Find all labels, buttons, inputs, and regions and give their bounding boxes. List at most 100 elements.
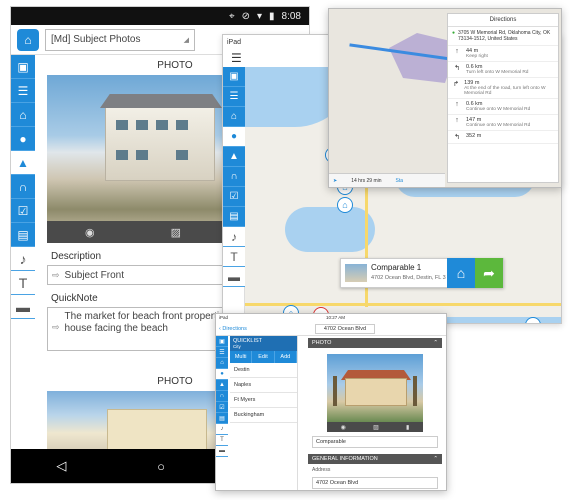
map-pin-icon[interactable]: ● (223, 127, 245, 147)
list-item[interactable]: Naples (230, 378, 297, 393)
save-icon[interactable]: ▬ (223, 267, 245, 287)
ipad-sidebar: ▣ ☰ ⌂ ● ▲ ∩ ☑ ▤ ♪ T ▬ (223, 67, 245, 323)
multi-button[interactable]: Multi (230, 351, 253, 363)
detail-main: PHOTO ⌃ ◉ ▨ ▮ Comparable GENERAL INFORMAT… (304, 336, 446, 490)
checklist-icon[interactable]: ☑ (11, 199, 35, 223)
notes-icon[interactable]: ▤ (216, 413, 228, 424)
form-icon[interactable]: ☰ (11, 79, 35, 103)
quicklist-buttons: Multi Edit Add (230, 351, 297, 363)
insert-arrow-icon[interactable]: ⇨ (52, 321, 60, 333)
map-pin-icon[interactable]: ⌂ (337, 197, 353, 213)
direction-step[interactable]: ↰ 352 m (448, 131, 558, 144)
quicklist-header: QUICKLIST City (230, 336, 297, 351)
subject-photos-select[interactable]: [Md] Subject Photos ◢ (45, 28, 195, 51)
turn-arrow-icon: ↑ (455, 117, 459, 124)
edit-button[interactable]: Edit (252, 351, 275, 363)
house (345, 378, 407, 406)
houses-icon[interactable]: ⌂ (223, 107, 245, 127)
palm-tree (413, 376, 417, 406)
delete-icon[interactable]: ▮ (406, 424, 409, 431)
destination: ● 3705 W Memorial Rd, Oklahoma City, OK … (448, 27, 558, 46)
direction-step[interactable]: ↑ 147 m Continue onto W Memorial Rd (448, 115, 558, 131)
briefcase-icon[interactable]: ▣ (223, 67, 245, 87)
comparable-callout[interactable]: Comparable 1 4702 Ocean Blvd, Destin, FL… (340, 258, 504, 288)
device-label: iPad (219, 315, 229, 320)
insert-arrow-icon[interactable]: ⇨ (52, 270, 60, 281)
microphone-icon[interactable]: ♪ (216, 424, 228, 435)
sketch-icon[interactable]: ∩ (216, 391, 228, 402)
sketch-icon[interactable]: ∩ (223, 167, 245, 187)
palm-tree (333, 376, 337, 406)
text-icon[interactable]: T (11, 271, 35, 295)
notes-icon[interactable]: ▤ (223, 207, 245, 227)
destination-pin-icon: ● (452, 30, 456, 36)
houses-icon[interactable]: ⌂ (216, 358, 228, 369)
briefcase-icon[interactable]: ▣ (216, 336, 228, 347)
direction-step[interactable]: ↱ 139 m At the end of the road, turn left … (448, 78, 558, 99)
add-button[interactable]: Add (275, 351, 297, 363)
photos-icon[interactable]: ▲ (216, 380, 228, 391)
checklist-icon[interactable]: ☑ (223, 187, 245, 207)
turn-arrow-icon: ↰ (454, 134, 460, 141)
list-item[interactable]: Destin (230, 363, 297, 378)
camera-icon[interactable]: ◉ (85, 226, 95, 239)
photo-caption-field[interactable]: Comparable (312, 436, 438, 448)
collapse-icon: ⌃ (433, 340, 438, 346)
water-area (285, 207, 375, 252)
address-field[interactable]: 4702 Ocean Blvd (312, 477, 438, 489)
locate-icon[interactable]: ➤ (333, 178, 337, 184)
houses-icon[interactable]: ⌂ (11, 103, 35, 127)
hamburger-icon[interactable]: ☰ (231, 51, 242, 65)
list-item[interactable]: Ft Myers (230, 393, 297, 408)
dropdown-corner-icon: ◢ (183, 36, 189, 44)
location-icon: ⌖ (228, 10, 235, 22)
home-button[interactable]: ⌂ (447, 258, 475, 288)
map-pin-icon[interactable]: ● (11, 127, 35, 151)
camera-icon[interactable]: ◉ (341, 424, 346, 431)
detail-sidebar: ▣ ☰ ⌂ ● ▲ ∩ ☑ ▤ ♪ T ▬ (216, 336, 228, 490)
detail-nav: ‹ Directions 4702 Ocean Blvd (216, 322, 446, 336)
comparable-photo[interactable] (327, 354, 423, 422)
status-bar: ⌖ ⊘ ▾ ▮ 8:08 (11, 7, 309, 25)
comparable-thumbnail (345, 264, 367, 282)
checklist-icon[interactable]: ☑ (216, 402, 228, 413)
house-image (100, 94, 222, 181)
direction-step[interactable]: ↰ 0.6 km Turn left onto W Memorial Rd (448, 62, 558, 78)
clock: 10:27 AM (326, 315, 346, 320)
direction-step[interactable]: ↑ 0.6 km Continue onto W Memorial Rd (448, 99, 558, 115)
photos-icon[interactable]: ▲ (11, 151, 35, 175)
direction-steps: ↑ 44 m Keep right ↰ 0.6 km Turn left onto W M… (448, 46, 558, 144)
form-icon[interactable]: ☰ (216, 347, 228, 358)
photo-section-bar[interactable]: PHOTO ⌃ (308, 338, 442, 348)
status-time: 8:08 (281, 10, 301, 22)
save-icon[interactable]: ▬ (11, 295, 35, 319)
sketch-icon[interactable]: ∩ (11, 175, 35, 199)
step-distance: 352 m (466, 133, 482, 139)
photos-icon[interactable]: ▲ (223, 147, 245, 167)
text-icon[interactable]: T (223, 247, 245, 267)
microphone-icon[interactable]: ♪ (11, 247, 35, 271)
list-item[interactable]: Buckingham (230, 408, 297, 423)
gallery-icon[interactable]: ▨ (373, 424, 379, 431)
back-button[interactable]: ‹ Directions (219, 326, 247, 332)
address-label: Address (312, 467, 331, 473)
start-button[interactable]: Sta (396, 178, 404, 184)
back-icon[interactable]: ◁ (56, 458, 66, 474)
direction-step[interactable]: ↑ 44 m Keep right (448, 46, 558, 62)
notes-icon[interactable]: ▤ (11, 223, 35, 247)
microphone-icon[interactable]: ♪ (223, 227, 245, 247)
home-icon[interactable]: ○ (157, 459, 165, 474)
description-value: Subject Front (64, 269, 125, 281)
save-icon[interactable]: ▬ (216, 446, 228, 457)
form-icon[interactable]: ☰ (223, 87, 245, 107)
app-logo-icon[interactable]: ⌂ (17, 28, 39, 51)
turn-arrow-icon: ↱ (453, 81, 460, 88)
map-pin-icon[interactable]: ● (216, 369, 228, 380)
gallery-icon[interactable]: ▨ (171, 226, 181, 239)
text-icon[interactable]: T (216, 435, 228, 446)
detail-status-bar: iPad 10:27 AM (216, 314, 446, 322)
directions-button[interactable]: ➦ (475, 258, 503, 288)
directions-panel: Directions ● 3705 W Memorial Rd, Oklahom… (328, 8, 562, 188)
general-info-bar[interactable]: GENERAL INFORMATION ⌃ (308, 454, 442, 464)
briefcase-icon[interactable]: ▣ (11, 55, 35, 79)
